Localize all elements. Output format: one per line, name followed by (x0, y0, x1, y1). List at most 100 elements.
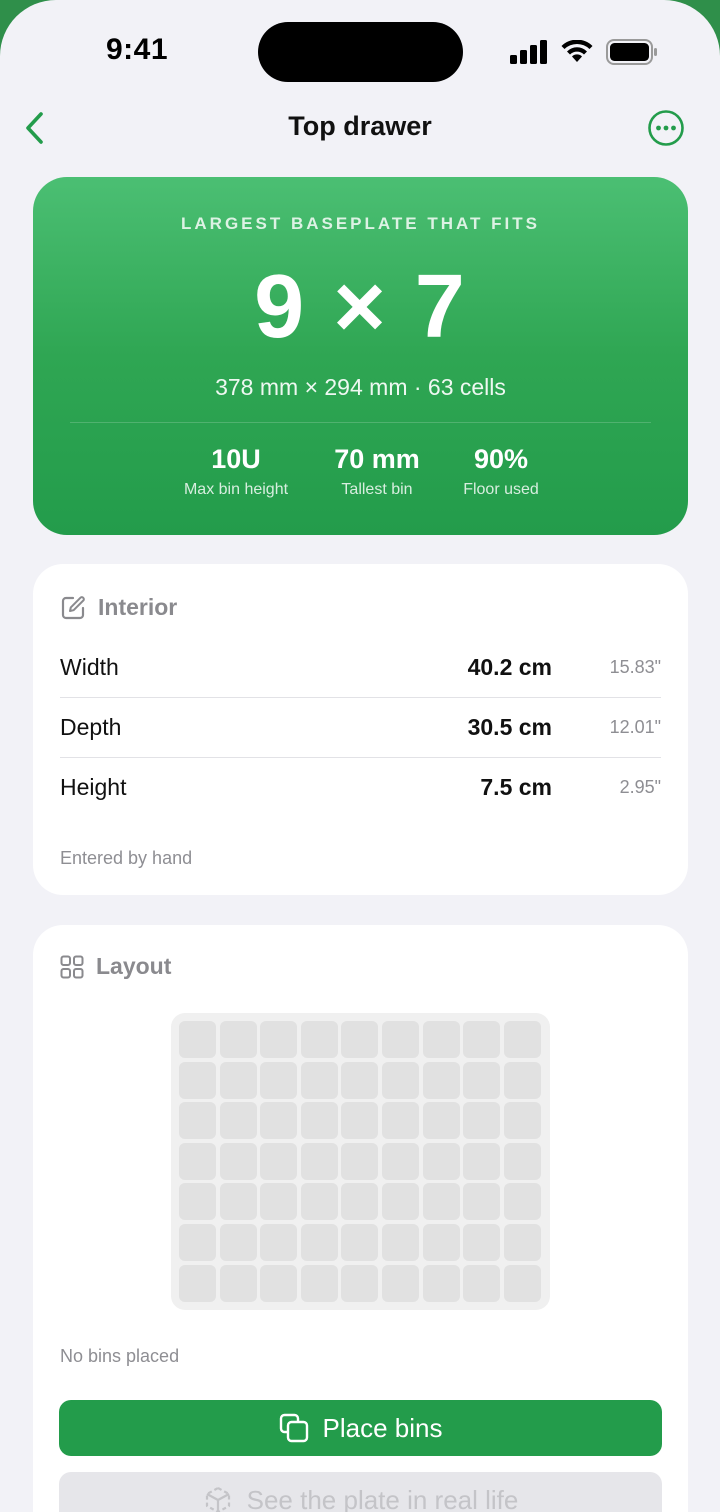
grid-cell[interactable] (422, 1183, 460, 1221)
grid-cell[interactable] (219, 1142, 257, 1180)
grid-cell[interactable] (381, 1223, 419, 1261)
grid-cell[interactable] (463, 1264, 501, 1302)
grid-cell[interactable] (503, 1142, 541, 1180)
grid-cell[interactable] (219, 1061, 257, 1099)
grid-cell[interactable] (260, 1223, 298, 1261)
place-bins-label: Place bins (322, 1412, 443, 1443)
grid-cell[interactable] (422, 1061, 460, 1099)
interior-card: Interior Width 40.2 cm 15.83" Depth 30.5… (33, 564, 688, 895)
grid-cell[interactable] (219, 1223, 257, 1261)
grid-cell[interactable] (300, 1142, 338, 1180)
status-icons (510, 38, 658, 66)
grid-cell[interactable] (341, 1142, 379, 1180)
grid-cell[interactable] (300, 1061, 338, 1099)
baseplate-cells (179, 1021, 542, 1302)
interior-header[interactable]: Interior (60, 594, 177, 621)
baseplate-size: 9 × 7 (254, 257, 467, 357)
stat-label: Floor used (463, 481, 539, 498)
grid-cell[interactable] (260, 1264, 298, 1302)
grid-cell[interactable] (179, 1142, 216, 1180)
grid-cell[interactable] (219, 1264, 257, 1302)
grid-cell[interactable] (300, 1183, 338, 1221)
divider (70, 422, 651, 423)
grid-cell[interactable] (422, 1223, 460, 1261)
grid-cell[interactable] (179, 1102, 216, 1140)
grid-cell[interactable] (422, 1021, 460, 1058)
grid-cell[interactable] (381, 1142, 419, 1180)
grid-cell[interactable] (381, 1102, 419, 1140)
wifi-icon (561, 40, 593, 62)
stat-label: Max bin height (183, 481, 289, 498)
dimension-value: 30.5 cm (467, 714, 552, 740)
grid-cell[interactable] (503, 1264, 541, 1302)
grid-cell[interactable] (503, 1102, 541, 1140)
grid-cell[interactable] (179, 1021, 216, 1058)
app-screen: 9:41 Top drawer LARGEST BASEPLATE THAT F… (0, 0, 720, 1512)
grid-cell[interactable] (341, 1223, 379, 1261)
ellipsis-circle-icon (648, 110, 684, 146)
grid-cell[interactable] (179, 1264, 216, 1302)
dimension-label: Width (60, 654, 119, 680)
grid-cell[interactable] (219, 1183, 257, 1221)
dimension-value: 7.5 cm (480, 774, 552, 800)
dimension-inches: 2.95" (619, 777, 661, 797)
baseplate-grid[interactable] (171, 1013, 550, 1310)
grid-cell[interactable] (341, 1183, 379, 1221)
grid-cell[interactable] (422, 1102, 460, 1140)
grid-cell[interactable] (503, 1183, 541, 1221)
layout-card: Layout No bins placed Place bins See the… (33, 925, 688, 1512)
grid-cell[interactable] (463, 1223, 501, 1261)
grid-cell[interactable] (260, 1061, 298, 1099)
cellular-signal-icon (510, 40, 547, 64)
grid-cell[interactable] (341, 1264, 379, 1302)
grid-cell[interactable] (381, 1183, 419, 1221)
grid-cell[interactable] (300, 1264, 338, 1302)
grid-cell[interactable] (300, 1102, 338, 1140)
grid-cell[interactable] (260, 1183, 298, 1221)
stat-floor-used: 90% Floor used (451, 443, 551, 499)
edit-icon (61, 595, 85, 619)
grid-cell[interactable] (422, 1142, 460, 1180)
grid-cell[interactable] (463, 1183, 501, 1221)
grid-cell[interactable] (463, 1061, 501, 1099)
dimension-inches: 12.01" (609, 717, 661, 737)
navigation-bar: Top drawer (0, 100, 720, 156)
grid-icon (60, 955, 84, 978)
grid-cell[interactable] (463, 1142, 501, 1180)
dimension-row-height[interactable]: Height 7.5 cm 2.95" (60, 758, 661, 818)
grid-cell[interactable] (219, 1021, 257, 1058)
grid-cell[interactable] (260, 1142, 298, 1180)
grid-cell[interactable] (179, 1061, 216, 1099)
grid-cell[interactable] (503, 1061, 541, 1099)
grid-cell[interactable] (260, 1021, 298, 1058)
grid-cell[interactable] (463, 1102, 501, 1140)
grid-cell[interactable] (463, 1021, 501, 1058)
see-plate-ar-button[interactable]: See the plate in real life (59, 1472, 662, 1512)
dimension-label: Depth (60, 714, 122, 740)
grid-cell[interactable] (179, 1183, 216, 1221)
grid-cell[interactable] (381, 1264, 419, 1302)
more-options-button[interactable] (647, 109, 685, 147)
grid-cell[interactable] (381, 1061, 419, 1099)
grid-cell[interactable] (341, 1102, 379, 1140)
dimension-row-depth[interactable]: Depth 30.5 cm 12.01" (60, 698, 661, 758)
dimension-row-width[interactable]: Width 40.2 cm 15.83" (60, 638, 661, 698)
grid-cell[interactable] (341, 1021, 379, 1058)
stat-label: Tallest bin (341, 481, 413, 498)
interior-title: Interior (98, 594, 178, 620)
stat-value: 10U (211, 444, 261, 474)
place-bins-button[interactable]: Place bins (59, 1400, 662, 1456)
stat-tallest-bin: 70 mm Tallest bin (321, 443, 433, 499)
grid-cell[interactable] (179, 1223, 216, 1261)
grid-cell[interactable] (219, 1102, 257, 1140)
grid-cell[interactable] (341, 1061, 379, 1099)
see-plate-label: See the plate in real life (246, 1484, 519, 1512)
dimension-inches: 15.83" (609, 657, 661, 677)
grid-cell[interactable] (503, 1223, 541, 1261)
grid-cell[interactable] (381, 1021, 419, 1058)
grid-cell[interactable] (260, 1102, 298, 1140)
grid-cell[interactable] (300, 1223, 338, 1261)
grid-cell[interactable] (300, 1021, 338, 1058)
grid-cell[interactable] (422, 1264, 460, 1302)
grid-cell[interactable] (503, 1021, 541, 1058)
